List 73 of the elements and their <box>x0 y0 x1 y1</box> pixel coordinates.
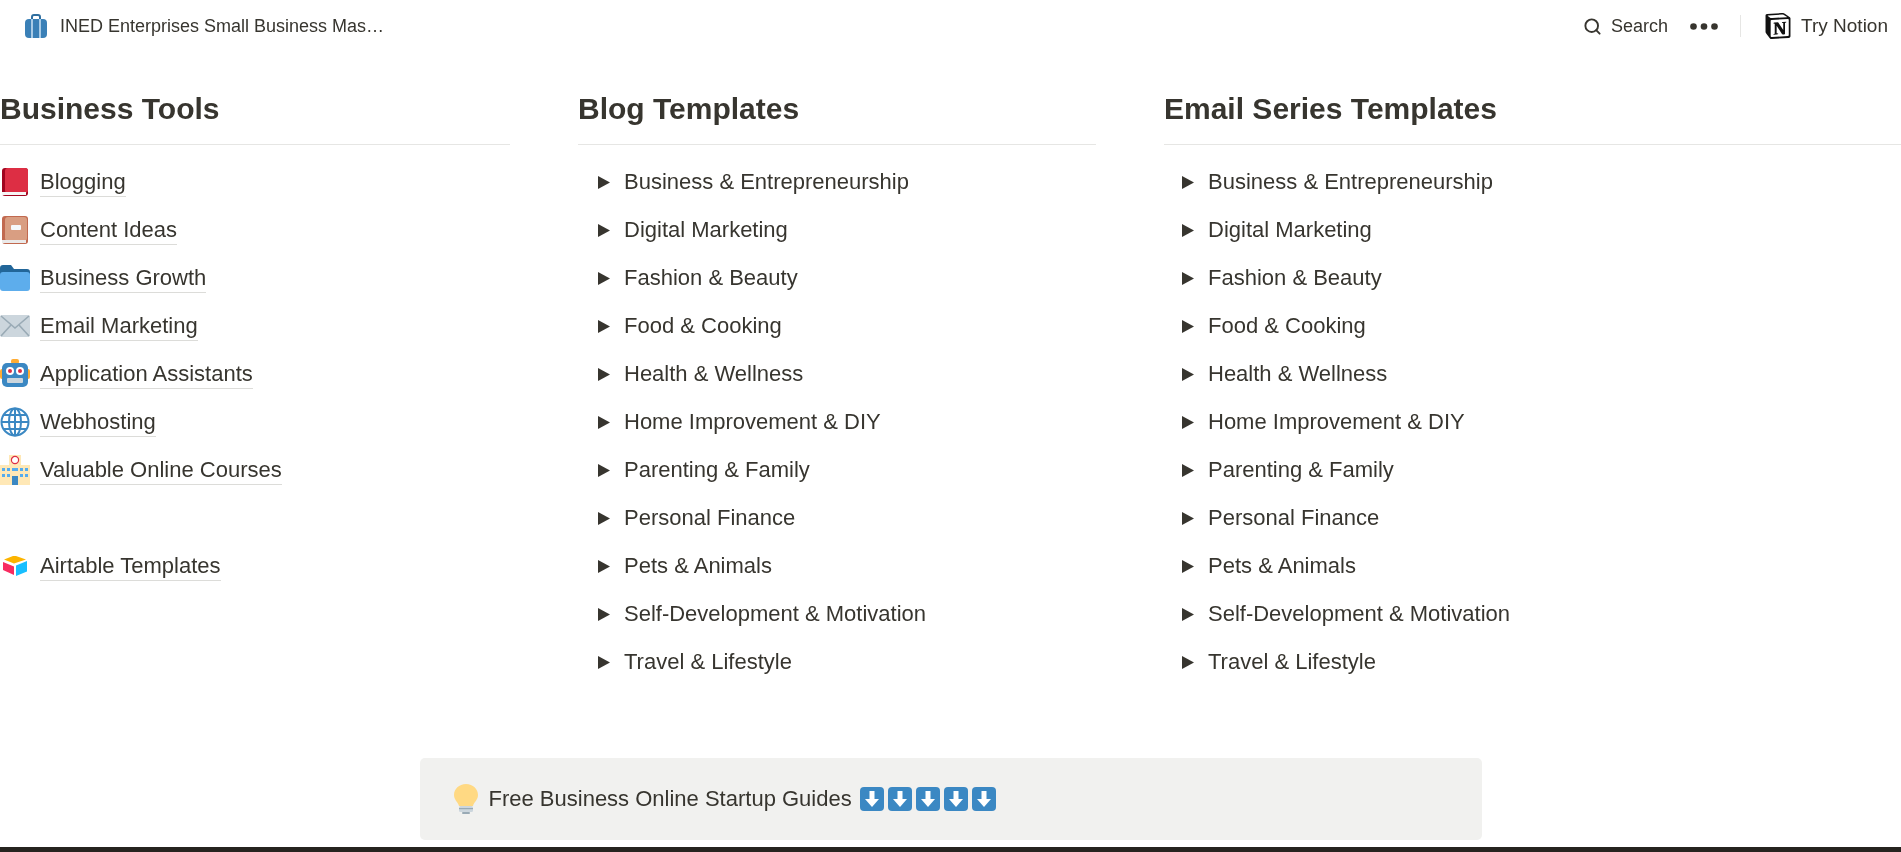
page-link[interactable]: Email Marketing <box>40 311 198 341</box>
toggle-title: Pets & Animals <box>624 552 772 580</box>
toggle-title: Pets & Animals <box>1208 552 1356 580</box>
section-heading: Blog Templates <box>578 89 1096 145</box>
expand-triangle-icon[interactable] <box>1182 607 1194 621</box>
toggle-title: Personal Finance <box>624 504 796 532</box>
logo-icon <box>1765 13 1792 39</box>
expand-triangle-icon[interactable] <box>1182 271 1194 285</box>
toggle-title: Self-Development & Motivation <box>1208 600 1511 628</box>
try-notion-button[interactable]: Try Notion <box>1765 13 1888 39</box>
toggle-title: Home Improvement & DIY <box>1208 408 1465 436</box>
robot-icon <box>0 359 30 389</box>
toggle-title: Personal Finance <box>1208 504 1380 532</box>
toggle-title: Parenting & Family <box>1208 456 1394 484</box>
expand-triangle-icon[interactable] <box>598 559 610 573</box>
search-icon <box>1583 16 1602 36</box>
expand-triangle-icon[interactable] <box>598 511 610 525</box>
more-icon <box>1690 22 1719 30</box>
expand-triangle-icon[interactable] <box>1182 367 1194 381</box>
page-link[interactable]: Content Ideas <box>40 215 177 245</box>
page-title[interactable]: INED Enterprises Small Business Mas… <box>60 15 385 37</box>
page-link[interactable]: Application Assistants <box>40 359 253 389</box>
more-button[interactable] <box>1690 22 1719 30</box>
page-link[interactable]: Webhosting <box>40 407 156 437</box>
envelope-icon <box>0 315 30 337</box>
expand-triangle-icon[interactable] <box>1182 415 1194 429</box>
expand-triangle-icon[interactable] <box>1182 463 1194 477</box>
notebook-icon <box>0 215 30 245</box>
page-link[interactable]: Business Growth <box>40 263 207 293</box>
page-link[interactable]: Blogging <box>40 167 126 197</box>
folder-icon <box>0 265 30 291</box>
section-heading: Email Series Templates <box>1164 89 1901 145</box>
expand-triangle-icon[interactable] <box>598 415 610 429</box>
toggle-title: Business & Entrepreneurship <box>1208 168 1493 196</box>
toggle-title: Fashion & Beauty <box>624 264 798 292</box>
toggle-title: Home Improvement & DIY <box>624 408 881 436</box>
expand-triangle-icon[interactable] <box>598 367 610 381</box>
toggle-title: Travel & Lifestyle <box>1208 648 1376 676</box>
toggle-title: Digital Marketing <box>1208 216 1372 244</box>
folded-box-icon <box>2 555 28 577</box>
school-building-icon <box>0 455 30 485</box>
toggle-title: Travel & Lifestyle <box>624 648 792 676</box>
toggle-title: Food & Cooking <box>624 312 782 340</box>
expand-triangle-icon[interactable] <box>598 271 610 285</box>
expand-triangle-icon[interactable] <box>598 655 610 669</box>
expand-triangle-icon[interactable] <box>598 175 610 189</box>
toggle-title: Parenting & Family <box>624 456 810 484</box>
expand-triangle-icon[interactable] <box>598 607 610 621</box>
toggle-title: Health & Wellness <box>624 360 804 388</box>
suitcase-icon <box>25 14 47 38</box>
toggle-title: Self-Development & Motivation <box>624 600 927 628</box>
toggle-title: Business & Entrepreneurship <box>624 168 909 196</box>
expand-triangle-icon[interactable] <box>1182 559 1194 573</box>
expand-triangle-icon[interactable] <box>598 319 610 333</box>
page-link[interactable]: Valuable Online Courses <box>40 455 282 485</box>
expand-triangle-icon[interactable] <box>1182 223 1194 237</box>
search-button[interactable]: Search <box>1583 15 1669 37</box>
toggle-title: Health & Wellness <box>1208 360 1388 388</box>
toggle-title: Fashion & Beauty <box>1208 264 1382 292</box>
page-link[interactable]: Airtable Templates <box>40 551 221 581</box>
section-heading: Business Tools <box>0 89 510 145</box>
toggle-title: Food & Cooking <box>1208 312 1366 340</box>
expand-triangle-icon[interactable] <box>598 223 610 237</box>
light-bulb-icon <box>453 784 478 814</box>
globe-icon <box>0 407 30 437</box>
toggle-title: Digital Marketing <box>624 216 788 244</box>
expand-triangle-icon[interactable] <box>1182 511 1194 525</box>
expand-triangle-icon[interactable] <box>1182 319 1194 333</box>
closed-book-icon <box>0 167 30 197</box>
expand-triangle-icon[interactable] <box>598 463 610 477</box>
expand-triangle-icon[interactable] <box>1182 655 1194 669</box>
expand-triangle-icon[interactable] <box>1182 175 1194 189</box>
callout-text: Free Business Online Startup Guides <box>488 786 852 812</box>
